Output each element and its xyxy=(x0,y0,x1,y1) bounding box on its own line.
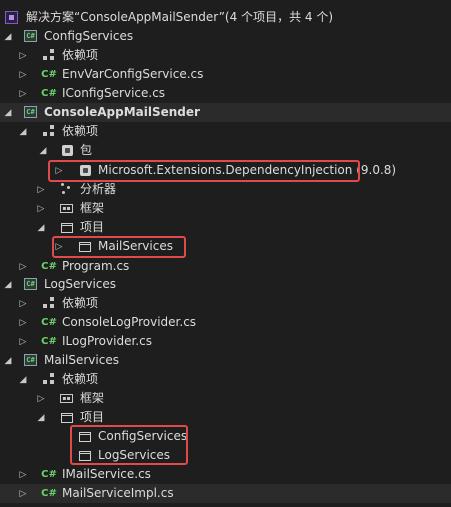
expand-arrow-icon[interactable]: ▷ xyxy=(18,65,28,84)
csharp-file-icon: C# xyxy=(41,68,57,80)
collapse-arrow-icon[interactable]: ◢ xyxy=(18,122,28,141)
expand-arrow-icon[interactable]: ▷ xyxy=(18,484,28,503)
csharp-project-icon: C# xyxy=(24,354,37,366)
collapse-arrow-icon[interactable]: ◢ xyxy=(3,27,13,46)
csharp-file-icon: C# xyxy=(41,335,57,347)
dependencies-label: 依赖项 xyxy=(62,48,99,62)
dependencies-label: 依赖项 xyxy=(62,372,99,386)
collapse-arrow-icon[interactable]: ◢ xyxy=(3,103,13,122)
expand-arrow-icon[interactable]: ▷ xyxy=(18,257,28,276)
project-node-consoleappmailsender[interactable]: ◢ C# ConsoleAppMailSender xyxy=(0,103,451,122)
frameworks-label: 框架 xyxy=(80,391,105,405)
file-node[interactable]: ▷ C# Program.cs xyxy=(0,257,451,276)
analyzer-icon xyxy=(61,183,73,195)
project-node-logservices[interactable]: ◢ C# LogServices xyxy=(0,275,451,294)
file-node[interactable]: ▷ C# ConsoleLogProvider.cs xyxy=(0,313,451,332)
collapse-arrow-icon[interactable]: ◢ xyxy=(18,370,28,389)
folder-icon xyxy=(61,223,73,233)
expand-arrow-icon[interactable]: ▷ xyxy=(18,465,28,484)
analyzers-node[interactable]: ▷ 分析器 xyxy=(0,180,451,199)
highlight-box-mailservices-ref xyxy=(52,236,186,258)
frameworks-label: 框架 xyxy=(80,201,105,215)
file-label: IConfigService.cs xyxy=(62,86,166,100)
project-reference-node[interactable]: ConfigServices xyxy=(0,427,451,446)
collapse-arrow-icon[interactable]: ◢ xyxy=(36,408,46,427)
expand-arrow-icon[interactable]: ▷ xyxy=(36,389,46,408)
dependencies-icon xyxy=(43,125,55,137)
package-icon xyxy=(62,145,73,156)
dependencies-icon xyxy=(43,373,55,385)
framework-icon: ▪▪ xyxy=(60,394,73,403)
file-node[interactable]: ▷ C# IMailService.cs xyxy=(0,465,451,484)
projects-node[interactable]: ◢ 项目 xyxy=(0,408,451,427)
project-node-mailservices[interactable]: ◢ C# MailServices xyxy=(0,351,451,370)
dependencies-node[interactable]: ▷ 依赖项 xyxy=(0,294,451,313)
dependencies-node[interactable]: ▷ 依赖项 xyxy=(0,46,451,65)
project-reference-node[interactable]: LogServices xyxy=(0,446,451,465)
expand-arrow-icon[interactable]: ▷ xyxy=(18,46,28,65)
expand-arrow-icon[interactable]: ▷ xyxy=(18,84,28,103)
file-label: MailServiceImpl.cs xyxy=(62,486,174,500)
dependencies-icon xyxy=(43,49,55,61)
analyzers-label: 分析器 xyxy=(80,182,117,196)
project-label: LogServices xyxy=(44,277,117,291)
file-node[interactable]: ▷ C# IConfigService.cs xyxy=(0,84,451,103)
project-node-configservices[interactable]: ◢ C# ConfigServices xyxy=(0,27,451,46)
file-label: Program.cs xyxy=(62,259,130,273)
csharp-file-icon: C# xyxy=(41,260,57,272)
file-label: ConsoleLogProvider.cs xyxy=(62,315,197,329)
csharp-project-icon: C# xyxy=(24,30,37,42)
file-node[interactable]: ▷ C# MailServiceImpl.cs xyxy=(0,484,451,503)
collapse-arrow-icon[interactable]: ◢ xyxy=(3,275,13,294)
dependencies-node[interactable]: ◢ 依赖项 xyxy=(0,370,451,389)
frameworks-node[interactable]: ▷ ▪▪ 框架 xyxy=(0,199,451,218)
collapse-arrow-icon[interactable]: ◢ xyxy=(38,141,48,160)
expand-arrow-icon[interactable]: ▷ xyxy=(18,313,28,332)
csharp-project-icon: C# xyxy=(24,278,37,290)
csharp-project-icon: C# xyxy=(24,106,37,118)
file-label: IMailService.cs xyxy=(62,467,151,481)
dependencies-label: 依赖项 xyxy=(62,296,99,310)
solution-label: 解决方案“ConsoleAppMailSender”(4 个项目，共 4 个) xyxy=(26,10,334,24)
dependencies-label: 依赖项 xyxy=(62,124,99,138)
csharp-file-icon: C# xyxy=(41,468,57,480)
expand-arrow-icon[interactable]: ▷ xyxy=(36,199,46,218)
project-label: MailServices xyxy=(44,353,119,367)
dependencies-icon xyxy=(43,297,55,309)
packages-label: 包 xyxy=(80,143,93,157)
expand-arrow-icon[interactable]: ▷ xyxy=(36,180,46,199)
file-label: ILogProvider.cs xyxy=(62,334,152,348)
solution-icon xyxy=(5,11,18,24)
projects-node[interactable]: ◢ 项目 xyxy=(0,218,451,237)
highlight-box-project-refs xyxy=(70,425,188,465)
projects-label: 项目 xyxy=(80,220,105,234)
collapse-arrow-icon[interactable]: ◢ xyxy=(36,218,46,237)
csharp-file-icon: C# xyxy=(41,87,57,99)
solution-node[interactable]: 解决方案“ConsoleAppMailSender”(4 个项目，共 4 个) xyxy=(0,8,451,27)
expand-arrow-icon[interactable]: ▷ xyxy=(18,294,28,313)
project-label: ConfigServices xyxy=(44,29,134,43)
file-node[interactable]: ▷ C# ILogProvider.cs xyxy=(0,332,451,351)
dependencies-node[interactable]: ◢ 依赖项 xyxy=(0,122,451,141)
expand-arrow-icon[interactable]: ▷ xyxy=(18,332,28,351)
file-node[interactable]: ▷ C# EnvVarConfigService.cs xyxy=(0,65,451,84)
file-label: EnvVarConfigService.cs xyxy=(62,67,204,81)
csharp-file-icon: C# xyxy=(41,316,57,328)
framework-icon: ▪▪ xyxy=(60,204,73,213)
collapse-arrow-icon[interactable]: ◢ xyxy=(3,351,13,370)
project-label: ConsoleAppMailSender xyxy=(44,105,200,119)
frameworks-node[interactable]: ▷ ▪▪ 框架 xyxy=(0,389,451,408)
csharp-file-icon: C# xyxy=(41,487,57,499)
packages-node[interactable]: ◢ 包 xyxy=(0,141,451,160)
folder-icon xyxy=(61,413,73,423)
highlight-box-package xyxy=(48,160,360,182)
